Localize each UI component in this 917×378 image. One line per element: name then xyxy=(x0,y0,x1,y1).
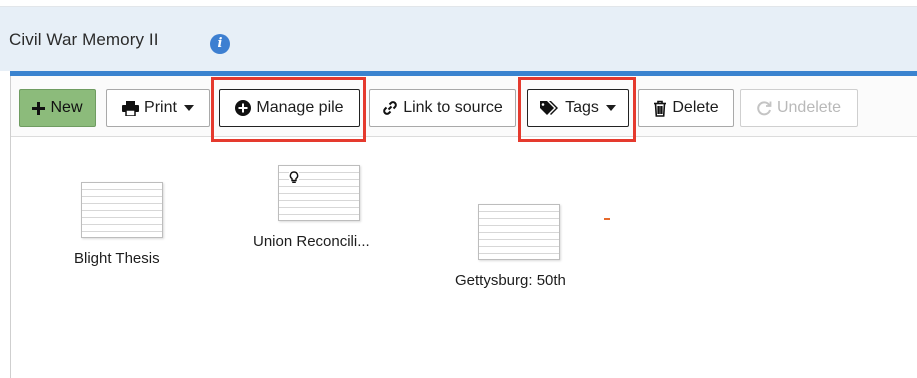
printer-icon xyxy=(122,100,140,116)
tags-button[interactable]: Tags xyxy=(527,89,629,127)
print-button[interactable]: Print xyxy=(106,89,210,127)
lightbulb-icon xyxy=(289,171,299,184)
card-thumbnail[interactable] xyxy=(478,204,560,260)
delete-button-label: Delete xyxy=(672,99,719,116)
undo-icon xyxy=(757,100,772,116)
manage-pile-button[interactable]: Manage pile xyxy=(219,89,360,127)
card-caption[interactable]: Union Reconcili... xyxy=(253,233,370,250)
trash-icon xyxy=(653,100,667,117)
undelete-button[interactable]: Undelete xyxy=(740,89,858,127)
chevron-down-icon xyxy=(605,105,616,111)
link-to-source-button-label: Link to source xyxy=(403,99,503,116)
tags-button-label: Tags xyxy=(565,99,599,116)
card-caption[interactable]: Blight Thesis xyxy=(74,250,160,267)
plus-icon xyxy=(32,101,46,115)
undelete-button-label: Undelete xyxy=(776,99,842,116)
link-icon xyxy=(382,100,398,116)
app-window: Civil War Memory II i New Print Manage p… xyxy=(0,0,917,378)
card-thumbnail[interactable] xyxy=(81,182,163,238)
link-to-source-button[interactable]: Link to source xyxy=(369,89,516,127)
new-button[interactable]: New xyxy=(19,89,96,127)
delete-button[interactable]: Delete xyxy=(638,89,734,127)
manage-pile-button-label: Manage pile xyxy=(256,99,344,116)
chevron-down-icon xyxy=(183,105,194,111)
page-title: Civil War Memory II xyxy=(9,30,159,49)
card-thumbnail[interactable] xyxy=(278,165,360,221)
content-left-border xyxy=(10,76,11,378)
info-icon[interactable]: i xyxy=(210,34,230,54)
plus-circle-icon xyxy=(235,100,252,116)
stray-mark xyxy=(604,218,610,220)
tags-icon xyxy=(540,100,560,116)
print-button-label: Print xyxy=(144,99,177,116)
card-caption[interactable]: Gettysburg: 50th xyxy=(455,272,566,289)
new-button-label: New xyxy=(50,99,83,116)
